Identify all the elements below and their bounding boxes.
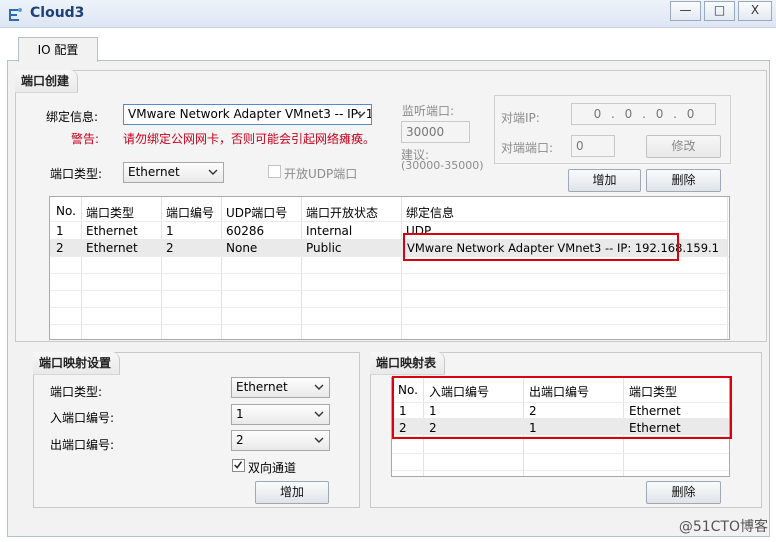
port-map-settings-title: 端口映射设置 — [33, 352, 121, 375]
port-table: No. 端口类型 端口编号 UDP端口号 端口开放状态 绑定信息 1 Ether… — [49, 196, 730, 340]
table-cell: Ethernet — [86, 224, 138, 238]
port-type-label: 端口类型: — [50, 167, 103, 181]
table-cell: 2 — [166, 241, 174, 255]
col-bind-info: 绑定信息 — [406, 206, 455, 220]
listen-port-input[interactable]: 30000 — [401, 121, 470, 143]
map-port-type-select[interactable]: Ethernet — [231, 377, 330, 398]
warning-text: 请勿绑定公网网卡，否则可能会引起网络瘫痪。 — [123, 132, 376, 146]
chevron-down-icon — [356, 111, 366, 117]
in-port-value: 1 — [236, 407, 244, 421]
tab-io-config[interactable]: IO 配置 — [18, 37, 98, 62]
col-port-number: 端口编号 — [166, 206, 215, 220]
table-cell: Ethernet — [86, 241, 138, 255]
add-mapping-button[interactable]: 增加 — [255, 481, 329, 504]
table-cell: Public — [306, 241, 342, 255]
chevron-down-icon — [314, 437, 324, 443]
chevron-down-icon — [314, 411, 324, 417]
out-port-label: 出端口编号: — [50, 438, 115, 452]
out-port-select[interactable]: 2 — [231, 430, 330, 451]
table-cell: 1 — [56, 224, 64, 238]
chevron-down-icon — [314, 384, 324, 390]
udp-port-checkbox[interactable] — [268, 165, 281, 178]
close-button[interactable]: X — [738, 1, 772, 21]
window-title: Cloud3 — [30, 5, 85, 21]
map-port-type-value: Ethernet — [236, 380, 288, 394]
minimize-button[interactable]: — — [670, 1, 701, 21]
peer-port-label: 对端端口: — [501, 141, 554, 155]
peer-port-input[interactable]: 0 — [571, 135, 615, 157]
delete-mapping-button[interactable]: 删除 — [646, 481, 721, 504]
port-map-table-title: 端口映射表 — [370, 352, 446, 375]
table-cell: Internal — [306, 224, 353, 238]
annotation-highlight-box — [403, 233, 679, 261]
title-bar: Cloud3 — □ X — [0, 0, 776, 28]
checkmark-icon — [234, 461, 243, 469]
bind-info-label: 绑定信息: — [46, 110, 99, 124]
listen-port-label: 监听端口: — [402, 104, 455, 118]
port-create-title: 端口创建 — [15, 70, 79, 93]
table-cell: 2 — [56, 241, 64, 255]
in-port-label: 入端口编号: — [50, 411, 115, 425]
table-cell: 60286 — [226, 224, 265, 238]
col-no: No. — [56, 204, 76, 218]
table-cell: 1 — [166, 224, 174, 238]
port-type-select[interactable]: Ethernet — [123, 162, 224, 183]
map-port-type-label: 端口类型: — [50, 385, 103, 399]
annotation-highlight-box — [392, 376, 732, 439]
warning-label: 警告: — [71, 132, 100, 146]
bind-info-select[interactable]: VMware Network Adapter VMnet3 -- IP: 192… — [123, 104, 372, 125]
modify-button[interactable]: 修改 — [646, 135, 721, 158]
col-udp-port: UDP端口号 — [226, 206, 288, 220]
watermark: @51CTO博客 — [678, 519, 768, 535]
out-port-value: 2 — [236, 433, 244, 447]
maximize-button[interactable]: □ — [704, 1, 735, 21]
port-type-value: Ethernet — [128, 165, 180, 179]
peer-ip-input[interactable]: 0 . 0 . 0 . 0 — [571, 103, 716, 125]
suggest-range: (30000-35000) — [401, 159, 484, 172]
bind-info-value: VMware Network Adapter VMnet3 -- IP: 192… — [128, 107, 371, 121]
in-port-select[interactable]: 1 — [231, 404, 330, 425]
chevron-down-icon — [208, 169, 218, 175]
bidirectional-checkbox[interactable] — [232, 459, 245, 472]
table-cell: None — [226, 241, 258, 255]
col-open-state: 端口开放状态 — [306, 206, 379, 220]
delete-port-button[interactable]: 删除 — [646, 169, 721, 192]
udp-port-checkbox-label: 开放UDP端口 — [284, 167, 358, 181]
bidirectional-label: 双向通道 — [248, 461, 297, 475]
col-port-type: 端口类型 — [86, 206, 135, 220]
peer-ip-label: 对端IP: — [501, 111, 540, 125]
add-port-button[interactable]: 增加 — [568, 169, 641, 192]
cloud-app-icon — [9, 8, 22, 21]
